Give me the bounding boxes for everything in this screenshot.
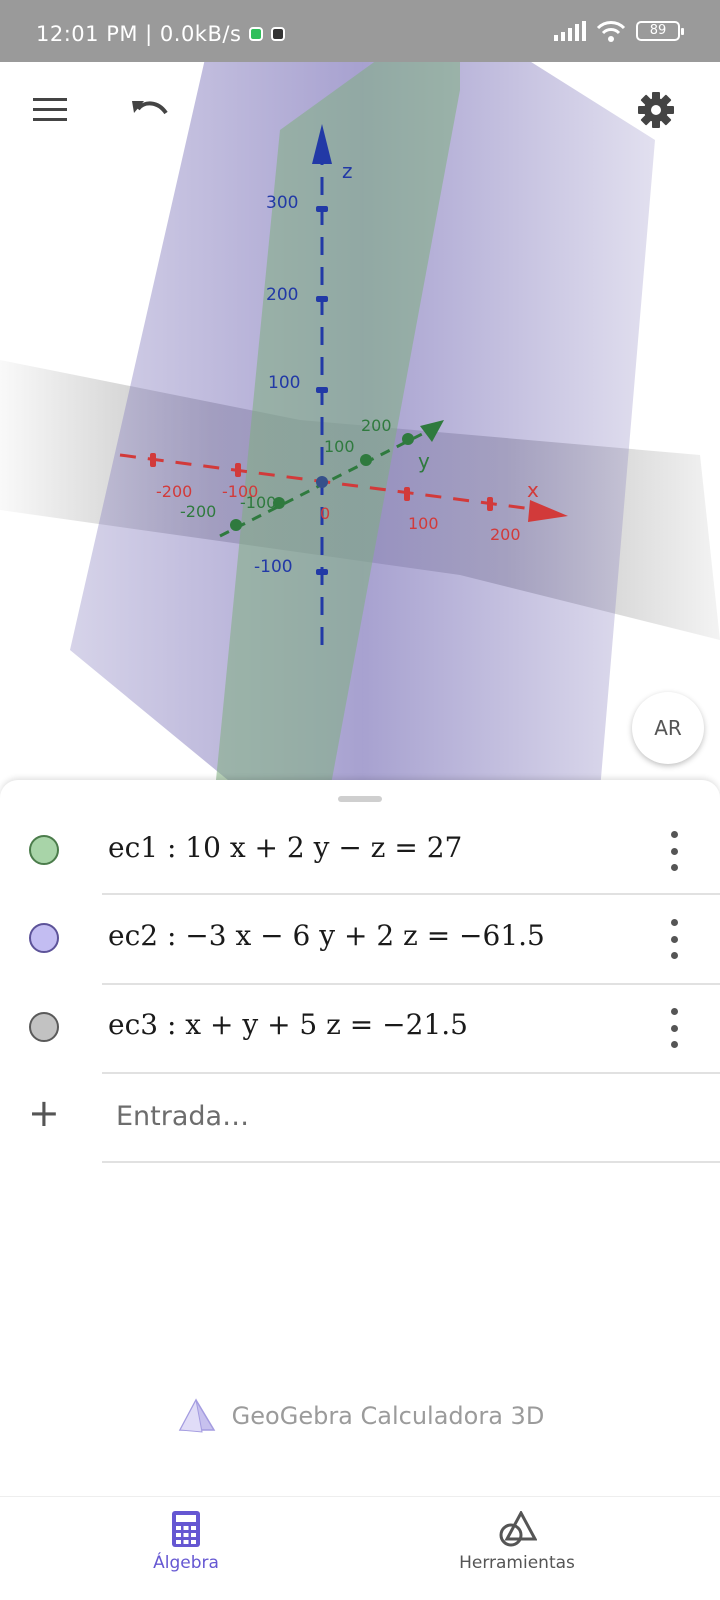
z-tick-label: 100 xyxy=(268,373,300,393)
x-tick-label: 200 xyxy=(490,525,521,544)
app-name: GeoGebra Calculadora 3D xyxy=(231,1402,545,1430)
ar-button-label: AR xyxy=(654,716,682,740)
visibility-toggle[interactable] xyxy=(29,923,59,953)
row-more-options-button[interactable] xyxy=(662,831,686,871)
status-right: 89 xyxy=(554,20,684,42)
nav-tab-tools[interactable]: Herramientas xyxy=(417,1511,617,1573)
notification-tiktok-icon xyxy=(271,27,286,41)
z-axis-label: z xyxy=(342,159,353,183)
tools-icon xyxy=(499,1511,537,1547)
y-tick-label: 100 xyxy=(324,437,355,456)
equation-ec3[interactable]: ec3 : x + y + 5 z = −21.5 xyxy=(108,1008,468,1041)
status-left: 12:01 PM | 0.0kB/s xyxy=(36,22,286,46)
visibility-toggle[interactable] xyxy=(29,835,59,865)
undo-icon xyxy=(132,101,168,115)
row-more-options-button[interactable] xyxy=(662,1008,686,1048)
equation-ec2[interactable]: ec2 : −3 x − 6 y + 2 z = −61.5 xyxy=(108,919,545,952)
y-tick-label: 200 xyxy=(361,416,392,435)
row-divider xyxy=(102,1161,720,1163)
app-branding: GeoGebra Calculadora 3D xyxy=(0,1398,720,1434)
pyramid-logo-icon xyxy=(178,1398,215,1433)
z-tick-label: 300 xyxy=(266,193,298,213)
3d-scene[interactable]: z y x 0 300 200 100 -100 200 100 -100 -2… xyxy=(0,0,720,790)
input-row[interactable]: + Entrada… xyxy=(0,1073,720,1163)
bottom-navigation: Álgebra Herramientas xyxy=(0,1496,720,1600)
battery-icon: 89 xyxy=(636,21,684,41)
nav-label-algebra: Álgebra xyxy=(153,1553,219,1573)
equation-row[interactable]: ec2 : −3 x − 6 y + 2 z = −61.5 xyxy=(0,895,720,985)
origin-point xyxy=(316,476,328,488)
z-tick-label: -100 xyxy=(254,557,293,577)
add-icon[interactable]: + xyxy=(28,1091,60,1135)
x-tick-label: -100 xyxy=(222,482,258,501)
visibility-toggle[interactable] xyxy=(29,1012,59,1042)
graphics-3d-view[interactable]: z y x 0 300 200 100 -100 200 100 -100 -2… xyxy=(0,0,720,790)
signal-icon xyxy=(554,21,586,41)
nav-label-tools: Herramientas xyxy=(459,1553,575,1573)
settings-button[interactable] xyxy=(628,82,684,138)
y-axis-label: y xyxy=(418,449,430,473)
algebra-input[interactable]: Entrada… xyxy=(116,1101,249,1132)
x-tick-label: 100 xyxy=(408,514,439,533)
notification-app-icon xyxy=(249,27,264,41)
status-bar: 12:01 PM | 0.0kB/s 89 xyxy=(0,0,720,62)
main-menu-button[interactable] xyxy=(22,82,78,138)
y-tick-label: -200 xyxy=(180,502,216,521)
battery-level: 89 xyxy=(649,23,667,38)
wifi-icon xyxy=(596,21,626,42)
x-axis-label: x xyxy=(527,478,539,502)
equation-row[interactable]: ec3 : x + y + 5 z = −21.5 xyxy=(0,984,720,1074)
equation-ec1[interactable]: ec1 : 10 x + 2 y − z = 27 xyxy=(108,831,462,864)
equation-row[interactable]: ec1 : 10 x + 2 y − z = 27 xyxy=(0,805,720,895)
status-time: 12:01 PM | 0.0kB/s xyxy=(36,22,242,46)
algebra-panel[interactable]: ec1 : 10 x + 2 y − z = 27 ec2 : −3 x − 6… xyxy=(0,780,720,1500)
nav-tab-algebra[interactable]: Álgebra xyxy=(86,1511,286,1573)
undo-button[interactable] xyxy=(122,82,178,138)
gear-icon xyxy=(638,92,674,128)
z-tick-label: 200 xyxy=(266,285,298,305)
hamburger-menu-icon xyxy=(33,98,67,121)
ar-button[interactable]: AR xyxy=(632,692,704,764)
panel-drag-handle[interactable] xyxy=(338,796,382,802)
row-more-options-button[interactable] xyxy=(662,919,686,959)
x-tick-label: -200 xyxy=(156,482,192,501)
origin-label: 0 xyxy=(320,504,330,523)
calculator-icon xyxy=(172,1511,200,1547)
